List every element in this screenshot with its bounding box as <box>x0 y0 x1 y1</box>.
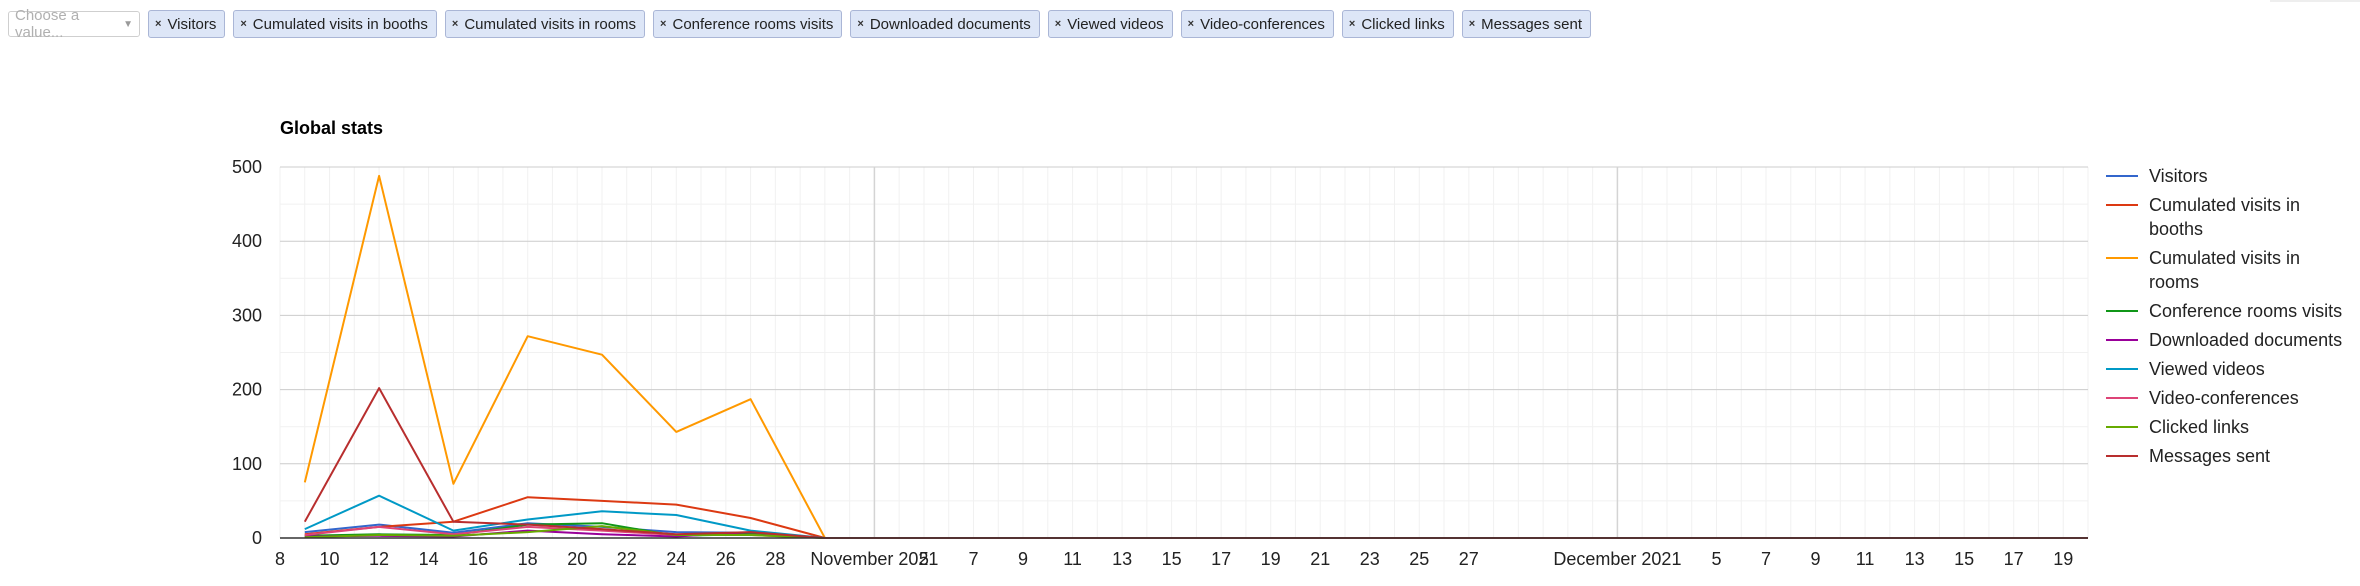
x-tick-label: 9 <box>1811 549 1821 569</box>
x-tick-label: 13 <box>1112 549 1132 569</box>
legend-label: Viewed videos <box>2149 359 2265 379</box>
x-tick-label: 15 <box>1954 549 1974 569</box>
legend-label: Cumulated visits in rooms <box>2149 248 2300 292</box>
x-tick-label: 21 <box>1310 549 1330 569</box>
chart-title: Global stats <box>280 118 383 138</box>
legend-label: Cumulated visits in booths <box>2149 195 2300 239</box>
global-stats-chart: 01002003004005008 10 12 14 16 18 20 22 24 26 28 Nov… <box>232 118 2342 569</box>
x-tick-label: 5 <box>1711 549 1721 569</box>
x-tick-label: 14 <box>419 549 439 569</box>
y-tick-label: 300 <box>232 305 262 325</box>
legend-label: Video-conferences <box>2149 388 2299 408</box>
x-tick-label: 20 <box>567 549 587 569</box>
x-tick-label: 18 <box>518 549 538 569</box>
x-tick-label: 16 <box>468 549 488 569</box>
legend-label: Clicked links <box>2149 417 2249 437</box>
x-tick-label: 12 <box>369 549 389 569</box>
x-tick-label: 9 <box>1018 549 1028 569</box>
x-tick-label: 25 <box>1409 549 1429 569</box>
x-tick-label: 15 <box>1162 549 1182 569</box>
x-tick-label: 19 <box>2053 549 2073 569</box>
y-tick-label: 0 <box>252 528 262 548</box>
x-tick-label: 17 <box>2004 549 2024 569</box>
x-tick-label: 24 <box>666 549 686 569</box>
legend-label: Messages sent <box>2149 446 2270 466</box>
legend-label: Downloaded documents <box>2149 330 2342 350</box>
x-tick-label: 11 <box>1063 549 1082 569</box>
legend-label: Conference rooms visits <box>2149 301 2342 321</box>
x-tick-label: 8 <box>275 549 285 569</box>
x-tick-label: 5 <box>919 549 929 569</box>
y-tick-label: 200 <box>232 380 262 400</box>
x-tick-label: 22 <box>617 549 637 569</box>
x-tick-label: 11 <box>1856 549 1875 569</box>
x-tick-label: 23 <box>1360 549 1380 569</box>
y-tick-label: 100 <box>232 454 262 474</box>
x-tick-label: 27 <box>1459 549 1479 569</box>
y-tick-label: 400 <box>232 231 262 251</box>
x-tick-label: 13 <box>1905 549 1925 569</box>
x-tick-label: 28 <box>765 549 785 569</box>
x-tick-label: 26 <box>716 549 736 569</box>
x-tick-label: 7 <box>1761 549 1771 569</box>
x-tick-label: December 2021 <box>1553 549 1681 569</box>
x-tick-label: 17 <box>1211 549 1231 569</box>
x-tick-label: 7 <box>968 549 978 569</box>
y-tick-label: 500 <box>232 157 262 177</box>
legend-label: Visitors <box>2149 166 2208 186</box>
x-tick-label: 10 <box>320 549 340 569</box>
x-tick-label: 19 <box>1261 549 1281 569</box>
